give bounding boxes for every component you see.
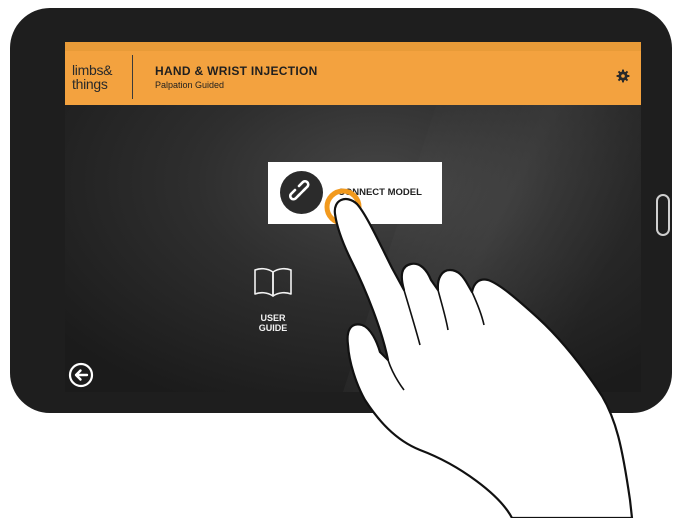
user-guide-label-line: GUIDE: [258, 323, 288, 333]
stage: limbs& things HAND & WRIST INJECTION Pal…: [0, 0, 684, 518]
header-divider: [132, 55, 133, 99]
status-bar: [65, 42, 641, 51]
user-guide-label: USER GUIDE: [243, 313, 303, 333]
settings-button[interactable]: [616, 69, 630, 83]
tablet-hardware-button: [106, 12, 130, 18]
gear-icon: [616, 69, 630, 83]
logo-line: limbs&: [72, 62, 113, 78]
brand-logo: limbs& things: [72, 63, 130, 99]
page-subtitle: Palpation Guided: [155, 80, 225, 90]
logo-line: things: [72, 76, 108, 92]
partial-menu-icon[interactable]: [397, 266, 431, 300]
back-arrow-icon: [68, 362, 94, 388]
link-icon: [280, 171, 323, 214]
tablet-home-key[interactable]: [656, 194, 670, 236]
user-guide-label-line: USER: [260, 313, 286, 323]
user-guide-button[interactable]: USER GUIDE: [243, 264, 303, 344]
book-icon: [254, 267, 292, 297]
page-title: HAND & WRIST INJECTION: [155, 64, 318, 78]
app-header: limbs& things HAND & WRIST INJECTION Pal…: [65, 51, 641, 105]
touch-indicator-ring[interactable]: [323, 187, 363, 227]
back-button[interactable]: [68, 362, 94, 388]
tablet-hardware-button: [160, 12, 216, 18]
